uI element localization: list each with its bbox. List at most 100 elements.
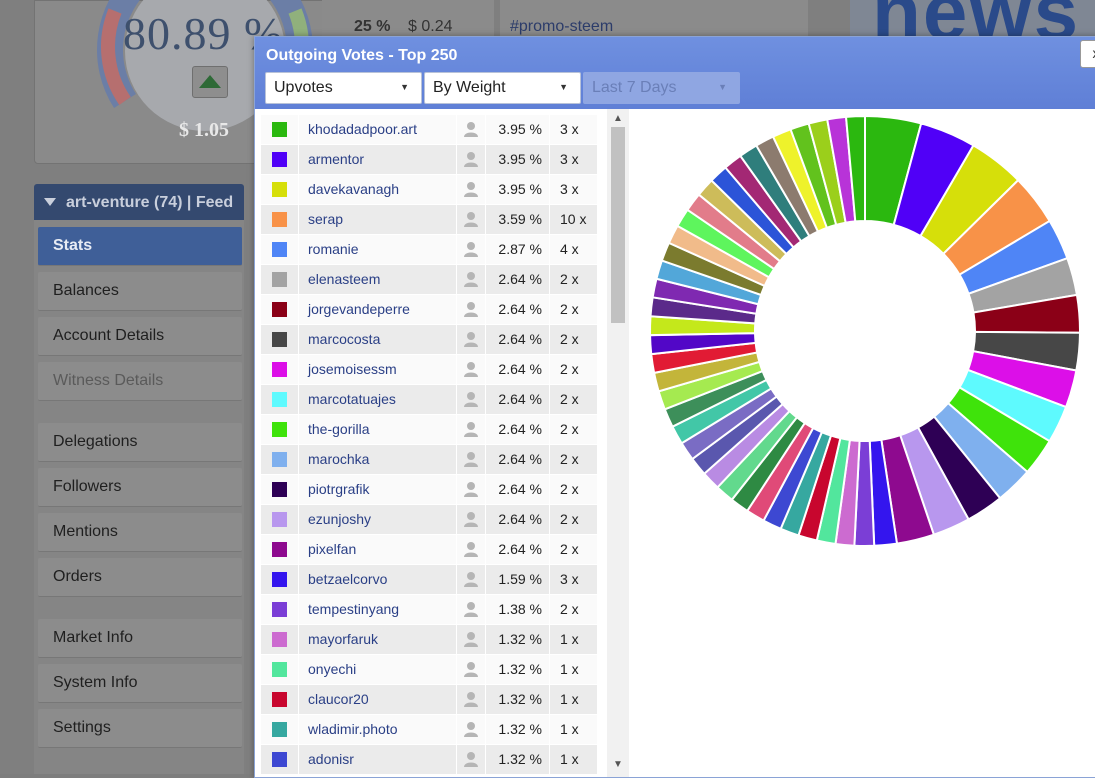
voter-link[interactable]: marochka — [308, 451, 369, 467]
user-icon[interactable] — [462, 210, 480, 228]
voter-link[interactable]: pixelfan — [308, 541, 356, 557]
table-row: wladimir.photo 1.32 % 1 x — [261, 715, 601, 744]
color-cell — [261, 745, 298, 774]
voter-cell: khodadadpoor.art — [299, 115, 456, 144]
color-swatch — [272, 362, 287, 377]
voter-cell: mayorfaruk — [299, 625, 456, 654]
vote-type-select[interactable]: Upvotes ▼ — [265, 72, 422, 104]
triangle-down-icon: ▼ — [400, 82, 409, 92]
weight-cell: 2.64 % — [486, 295, 549, 324]
chevron-up-icon[interactable]: ▲ — [613, 113, 623, 124]
user-icon[interactable] — [462, 720, 480, 738]
sidebar-item-account-details[interactable]: Account Details — [38, 317, 242, 356]
vote-count: 2 x — [560, 301, 579, 317]
sidebar-item-label: Orders — [53, 568, 102, 585]
voter-link[interactable]: claucor20 — [308, 691, 369, 707]
voter-link[interactable]: jorgevandeperre — [308, 301, 410, 317]
voter-link[interactable]: davekavanagh — [308, 181, 399, 197]
user-icon[interactable] — [462, 180, 480, 198]
voter-link[interactable]: the-gorilla — [308, 421, 369, 437]
sort-select[interactable]: By Weight ▼ — [424, 72, 581, 104]
vote-count: 1 x — [560, 721, 579, 737]
user-icon[interactable] — [462, 330, 480, 348]
voter-link[interactable]: serap — [308, 211, 343, 227]
weight-value: 1.32 % — [498, 661, 542, 677]
weight-cell: 1.32 % — [486, 655, 549, 684]
tag-link[interactable]: #promo-steem — [510, 18, 613, 36]
background-percent: 25 % — [354, 18, 391, 35]
account-menu-header[interactable]: art-venture (74) | Feed — [34, 184, 244, 220]
color-cell — [261, 655, 298, 684]
user-icon[interactable] — [462, 540, 480, 558]
user-icon[interactable] — [462, 300, 480, 318]
user-icon[interactable] — [462, 390, 480, 408]
scrollbar-thumb[interactable] — [611, 127, 625, 323]
user-icon[interactable] — [462, 450, 480, 468]
user-icon[interactable] — [462, 270, 480, 288]
voter-link[interactable]: piotrgrafik — [308, 481, 369, 497]
chevron-down-icon[interactable]: ▼ — [613, 759, 623, 770]
voter-link[interactable]: romanie — [308, 241, 359, 257]
voter-link[interactable]: adonisr — [308, 751, 354, 767]
color-cell — [261, 445, 298, 474]
count-cell: 3 x — [550, 145, 597, 174]
voter-link[interactable]: josemoisessm — [308, 361, 397, 377]
user-icon[interactable] — [462, 690, 480, 708]
voter-link[interactable]: mayorfaruk — [308, 631, 378, 647]
user-icon[interactable] — [462, 360, 480, 378]
user-icon[interactable] — [462, 600, 480, 618]
user-icon[interactable] — [462, 240, 480, 258]
voter-link[interactable]: wladimir.photo — [308, 721, 398, 737]
color-swatch — [272, 152, 287, 167]
news-banner-text: news — [872, 0, 1080, 40]
sidebar-item-mentions[interactable]: Mentions — [38, 513, 242, 552]
weight-cell: 1.32 % — [486, 715, 549, 744]
user-icon[interactable] — [462, 660, 480, 678]
voter-cell: jorgevandeperre — [299, 295, 456, 324]
close-button[interactable]: x — [1080, 40, 1095, 68]
sidebar-item-balances[interactable]: Balances — [38, 272, 242, 311]
voter-link[interactable]: onyechi — [308, 661, 356, 677]
sidebar-item-delegations[interactable]: Delegations — [38, 423, 242, 462]
sidebar-item-system-info[interactable]: System Info — [38, 664, 242, 703]
sidebar-item-market-info[interactable]: Market Info — [38, 619, 242, 658]
upvote-button[interactable] — [192, 66, 228, 98]
color-swatch — [272, 512, 287, 527]
sidebar-item-orders[interactable]: Orders — [38, 558, 242, 597]
sidebar-item-followers[interactable]: Followers — [38, 468, 242, 507]
color-cell — [261, 235, 298, 264]
weight-cell: 2.64 % — [486, 325, 549, 354]
table-row: elenasteem 2.64 % 2 x — [261, 265, 601, 294]
user-icon[interactable] — [462, 630, 480, 648]
sidebar-item-settings[interactable]: Settings — [38, 709, 242, 748]
voter-link[interactable]: betzaelcorvo — [308, 571, 387, 587]
user-icon[interactable] — [462, 750, 480, 768]
user-icon[interactable] — [462, 570, 480, 588]
user-cell — [457, 745, 485, 774]
table-scrollbar[interactable]: ▲ ▼ — [607, 109, 629, 777]
voter-link[interactable]: tempestinyang — [308, 601, 399, 617]
vote-count: 2 x — [560, 271, 579, 287]
color-cell — [261, 715, 298, 744]
sidebar-item-label: Mentions — [53, 523, 118, 540]
user-icon[interactable] — [462, 150, 480, 168]
voter-link[interactable]: marcotatuajes — [308, 391, 396, 407]
color-swatch — [272, 212, 287, 227]
user-icon[interactable] — [462, 120, 480, 138]
color-cell — [261, 385, 298, 414]
table-row: jorgevandeperre 2.64 % 2 x — [261, 295, 601, 324]
vote-count: 2 x — [560, 451, 579, 467]
table-row: piotrgrafik 2.64 % 2 x — [261, 475, 601, 504]
user-icon[interactable] — [462, 480, 480, 498]
voter-link[interactable]: armentor — [308, 151, 364, 167]
voter-link[interactable]: elenasteem — [308, 271, 380, 287]
color-cell — [261, 265, 298, 294]
voter-link[interactable]: khodadadpoor.art — [308, 121, 417, 137]
weight-cell: 3.95 % — [486, 175, 549, 204]
voter-link[interactable]: marcocosta — [308, 331, 380, 347]
weight-cell: 3.95 % — [486, 115, 549, 144]
voter-link[interactable]: ezunjoshy — [308, 511, 371, 527]
sidebar-item-stats[interactable]: Stats — [38, 227, 242, 266]
user-icon[interactable] — [462, 510, 480, 528]
user-icon[interactable] — [462, 420, 480, 438]
